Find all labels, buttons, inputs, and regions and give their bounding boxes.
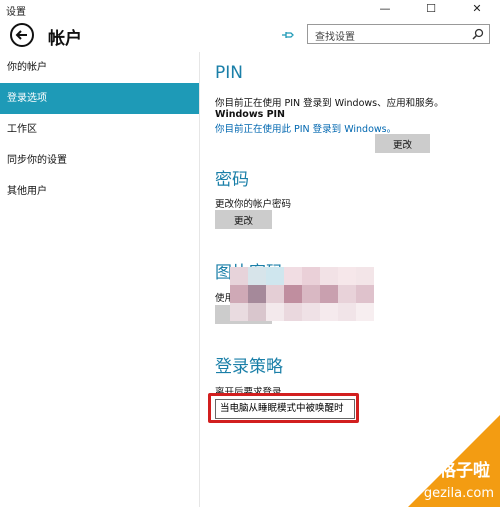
search-input[interactable] [313, 28, 467, 47]
highlight-box [208, 393, 359, 423]
change-pin-button[interactable]: 更改 [375, 134, 430, 153]
change-password-button[interactable]: 更改 [215, 210, 272, 229]
sidebar-item-your-account[interactable]: 你的帐户 [0, 52, 199, 83]
sidebar-item-sync-settings[interactable]: 同步你的设置 [0, 145, 199, 176]
pin-description: 你目前正在使用 PIN 登录到 Windows、应用和服务。 [215, 98, 444, 109]
sidebar-item-other-users[interactable]: 其他用户 [0, 176, 199, 207]
password-description: 更改你的帐户密码 [215, 199, 292, 210]
page-title: 帐户 [48, 29, 82, 49]
sign-in-policy-section-title: 登录策略 [215, 357, 283, 377]
watermark-logo: 格子啦 gezila.com [408, 415, 500, 507]
watermark-url: gezila.com [423, 486, 494, 501]
minimize-button[interactable]: — [362, 0, 408, 18]
back-button[interactable] [10, 23, 34, 47]
search-icon[interactable] [472, 28, 484, 40]
pin-to-start-icon[interactable] [281, 29, 295, 41]
sidebar-item-sign-in-options[interactable]: 登录选项 [0, 83, 199, 114]
back-arrow-icon [15, 30, 27, 40]
pin-status-link[interactable]: 你目前正在使用此 PIN 登录到 Windows。 [215, 121, 396, 135]
sidebar-item-workplace[interactable]: 工作区 [0, 114, 199, 145]
sidebar: 你的帐户 登录选项 工作区 同步你的设置 其他用户 [0, 52, 200, 507]
window-title: 设置 [6, 7, 26, 18]
close-button[interactable]: ✕ [454, 0, 500, 18]
maximize-button[interactable]: ☐ [408, 0, 454, 18]
watermark-text: 格子啦 [439, 461, 490, 481]
password-section-title: 密码 [215, 170, 249, 190]
pixelated-blur-overlay [230, 267, 374, 321]
pin-section-title: PIN [215, 63, 243, 83]
windows-pin-heading: Windows PIN [215, 109, 286, 120]
title-bar: 设置 — ☐ ✕ [0, 0, 500, 18]
search-box[interactable] [307, 24, 490, 47]
